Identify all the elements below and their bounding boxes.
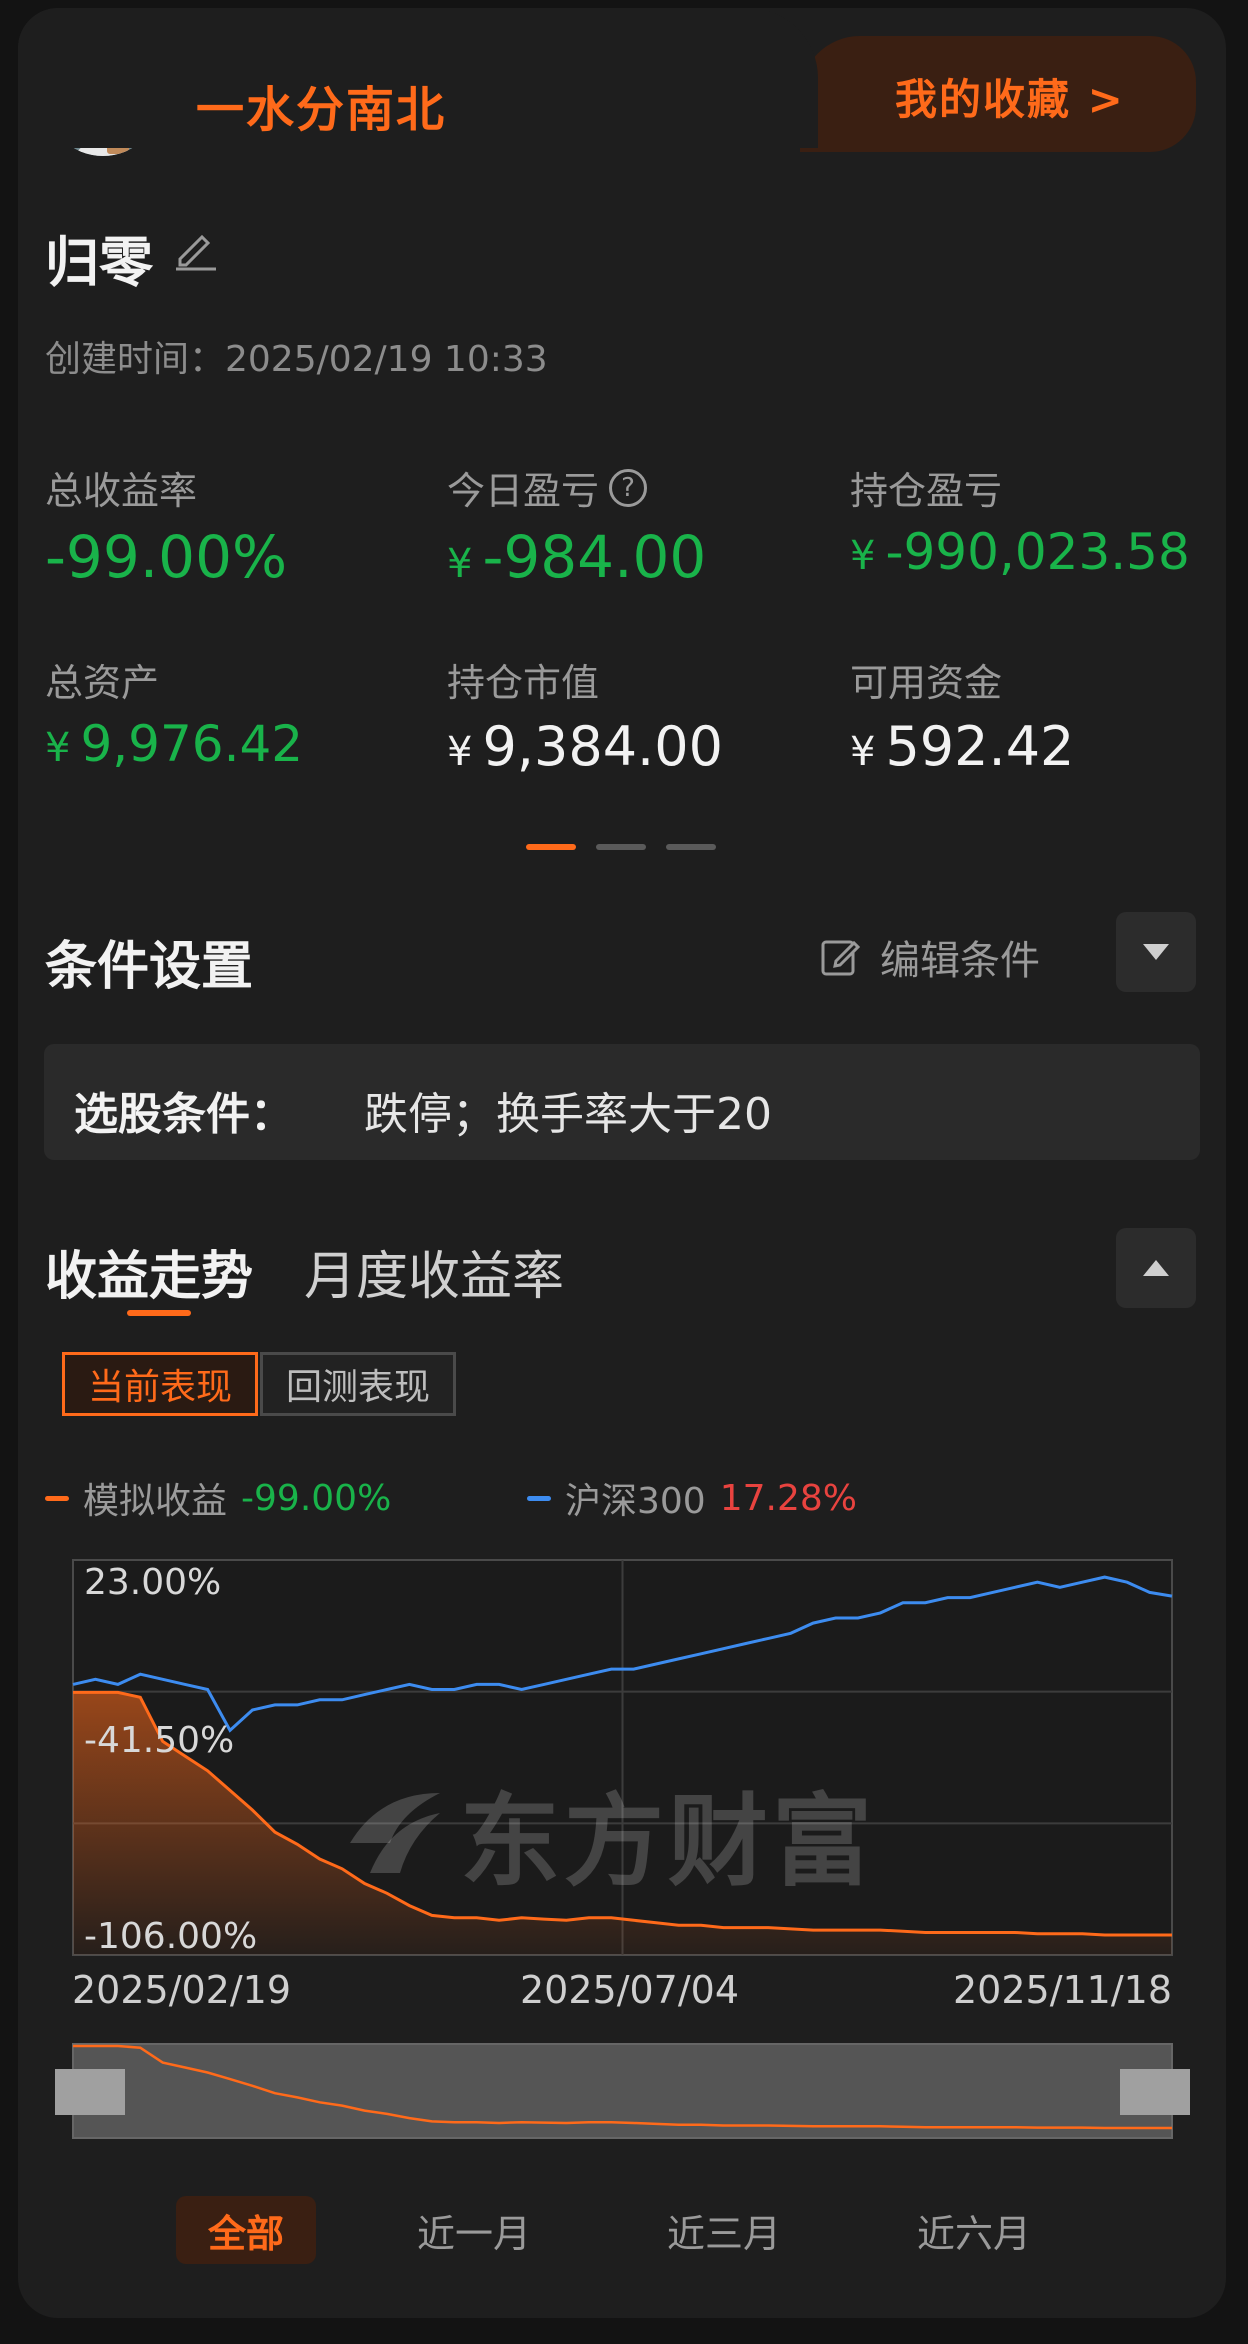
range-1m[interactable]: 近一月: [404, 2196, 544, 2264]
x-tick-label: 2025/11/18: [953, 1968, 1173, 2012]
y-tick-label: -41.50%: [84, 1720, 235, 1761]
navigator-handle-right[interactable]: [1120, 2069, 1190, 2115]
eastmoney-logo-icon: [350, 1792, 440, 1873]
x-tick-label: 2025/07/04: [520, 1968, 740, 2012]
x-tick-label: 2025/02/19: [72, 1968, 292, 2012]
range-all[interactable]: 全部: [176, 2196, 316, 2264]
watermark-text: 东方财富: [460, 1783, 876, 1900]
y-tick-label: 23.00%: [84, 1562, 222, 1603]
range-6m[interactable]: 近六月: [904, 2196, 1044, 2264]
y-tick-label: -106.00%: [84, 1916, 258, 1957]
navigator-handle-left[interactable]: [55, 2069, 125, 2115]
eastmoney-watermark: 东方财富: [340, 1760, 876, 1905]
range-3m[interactable]: 近三月: [654, 2196, 794, 2264]
navigator-window: [72, 2043, 1173, 2139]
